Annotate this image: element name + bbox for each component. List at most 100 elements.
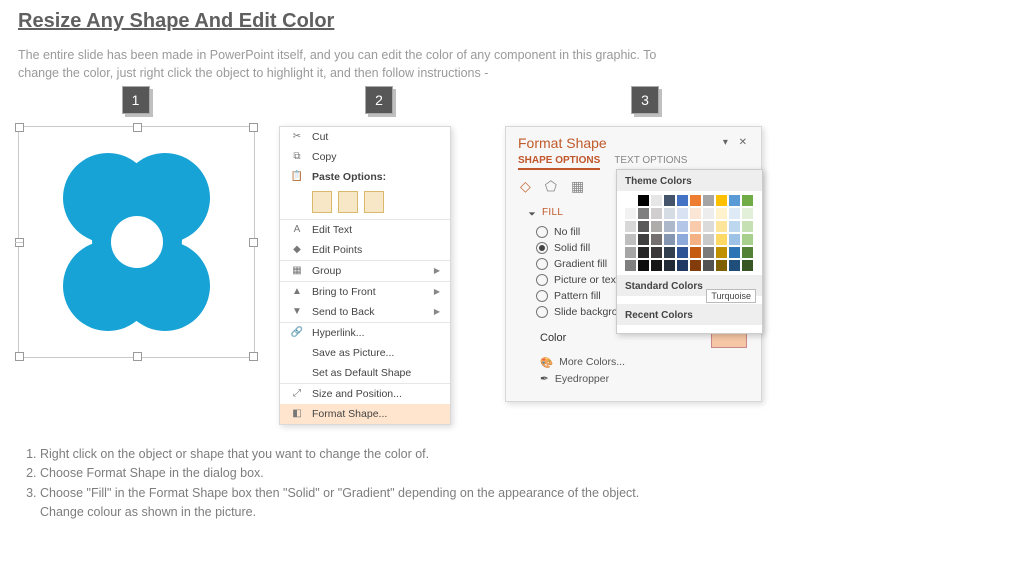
page-title: Resize Any Shape And Edit Color — [18, 10, 1006, 33]
step-badge-1: 1 — [122, 86, 150, 114]
theme-color-grid[interactable] — [617, 191, 762, 275]
color-swatch[interactable] — [729, 247, 740, 258]
color-swatch[interactable] — [716, 260, 727, 271]
color-swatch[interactable] — [703, 234, 714, 245]
color-swatch[interactable] — [625, 234, 636, 245]
color-swatch[interactable] — [664, 260, 675, 271]
tab-text-options[interactable]: TEXT OPTIONS — [614, 155, 687, 170]
color-swatch[interactable] — [638, 195, 649, 206]
color-swatch[interactable] — [638, 221, 649, 232]
pane-close-icon[interactable]: ▾ ✕ — [723, 137, 751, 148]
color-swatch[interactable] — [651, 260, 662, 271]
recent-color-row[interactable] — [617, 325, 762, 333]
color-swatch[interactable] — [664, 195, 675, 206]
color-swatch[interactable] — [716, 221, 727, 232]
menu-edit-text[interactable]: AEdit Text — [280, 219, 450, 240]
color-swatch[interactable] — [742, 247, 753, 258]
color-swatch[interactable] — [690, 247, 701, 258]
color-swatch[interactable] — [651, 234, 662, 245]
color-swatch[interactable] — [625, 208, 636, 219]
color-swatch[interactable] — [677, 234, 688, 245]
color-swatch[interactable] — [690, 260, 701, 271]
color-swatch[interactable] — [690, 195, 701, 206]
color-swatch[interactable] — [742, 260, 753, 271]
color-swatch[interactable] — [716, 234, 727, 245]
menu-edit-points[interactable]: ◆Edit Points — [280, 240, 450, 260]
color-swatch[interactable] — [664, 208, 675, 219]
color-swatch[interactable] — [664, 247, 675, 258]
color-swatch[interactable] — [742, 208, 753, 219]
color-swatch[interactable] — [651, 208, 662, 219]
menu-set-default[interactable]: Set as Default Shape — [280, 363, 450, 383]
color-swatch[interactable] — [625, 221, 636, 232]
color-swatch[interactable] — [716, 247, 727, 258]
format-shape-pane: Format Shape ▾ ✕ SHAPE OPTIONS TEXT OPTI… — [505, 126, 762, 402]
color-swatch[interactable] — [729, 195, 740, 206]
step-2: Choose Format Shape in the dialog box. — [40, 464, 1006, 483]
color-swatch[interactable] — [677, 247, 688, 258]
color-swatch[interactable] — [625, 195, 636, 206]
color-swatch[interactable] — [677, 208, 688, 219]
fill-line-icon[interactable]: ◇ — [520, 178, 531, 195]
menu-bring-front[interactable]: ▲Bring to Front▶ — [280, 281, 450, 302]
color-swatch[interactable] — [729, 260, 740, 271]
color-swatch[interactable] — [638, 247, 649, 258]
selected-shape[interactable] — [18, 126, 255, 358]
color-swatch[interactable] — [651, 247, 662, 258]
color-swatch[interactable] — [677, 221, 688, 232]
color-swatch[interactable] — [742, 234, 753, 245]
color-swatch[interactable] — [729, 221, 740, 232]
menu-copy[interactable]: ⧉Copy — [280, 147, 450, 167]
effects-icon[interactable]: ⬠ — [545, 178, 557, 195]
color-swatch[interactable] — [703, 195, 714, 206]
menu-size-position[interactable]: ⤢Size and Position... — [280, 383, 450, 404]
color-swatch[interactable] — [716, 208, 727, 219]
color-swatch[interactable] — [638, 208, 649, 219]
color-swatch[interactable] — [625, 260, 636, 271]
color-swatch[interactable] — [677, 195, 688, 206]
step-badge-3: 3 — [631, 86, 659, 114]
color-swatch[interactable] — [638, 234, 649, 245]
color-swatch[interactable] — [729, 208, 740, 219]
color-swatch[interactable] — [690, 221, 701, 232]
paste-options[interactable] — [280, 187, 450, 219]
menu-group[interactable]: ▦Group▶ — [280, 260, 450, 281]
color-swatch[interactable] — [677, 260, 688, 271]
color-swatch[interactable] — [651, 195, 662, 206]
color-tooltip: Turquoise — [706, 289, 756, 303]
send-back-icon: ▼ — [290, 305, 304, 319]
color-swatch[interactable] — [625, 247, 636, 258]
menu-save-picture[interactable]: Save as Picture... — [280, 343, 450, 363]
size-props-icon[interactable]: ▦ — [571, 178, 584, 195]
tab-shape-options[interactable]: SHAPE OPTIONS — [518, 155, 600, 170]
panel-format-shape: 3 Format Shape ▾ ✕ SHAPE OPTIONS TEXT OP… — [505, 86, 785, 402]
color-swatch[interactable] — [703, 208, 714, 219]
cut-icon: ✂ — [290, 130, 304, 144]
color-swatch[interactable] — [664, 221, 675, 232]
menu-cut[interactable]: ✂Cut — [280, 127, 450, 147]
eyedropper-icon: ✒ — [540, 373, 549, 385]
color-swatch[interactable] — [703, 247, 714, 258]
menu-hyperlink[interactable]: 🔗Hyperlink... — [280, 322, 450, 343]
color-swatch[interactable] — [703, 221, 714, 232]
eyedropper[interactable]: ✒Eyedropper — [540, 371, 747, 387]
color-swatch[interactable] — [690, 234, 701, 245]
more-colors[interactable]: 🎨More Colors... — [540, 354, 747, 371]
menu-send-back[interactable]: ▼Send to Back▶ — [280, 302, 450, 322]
color-swatch[interactable] — [690, 208, 701, 219]
color-swatch[interactable] — [742, 195, 753, 206]
color-label: Color — [540, 332, 566, 344]
instruction-steps: Right click on the object or shape that … — [18, 445, 1006, 523]
color-swatch[interactable] — [638, 260, 649, 271]
color-swatch[interactable] — [742, 221, 753, 232]
color-swatch[interactable] — [716, 195, 727, 206]
format-shape-title: Format Shape — [518, 135, 607, 151]
color-swatch[interactable] — [651, 221, 662, 232]
menu-paste-header: 📋Paste Options: — [280, 167, 450, 187]
color-swatch[interactable] — [664, 234, 675, 245]
panel-context-menu: 2 ✂Cut ⧉Copy 📋Paste Options: AEdit Text … — [279, 86, 479, 425]
color-swatch[interactable] — [729, 234, 740, 245]
menu-format-shape[interactable]: ◧Format Shape... — [280, 404, 450, 424]
size-icon: ⤢ — [290, 387, 304, 401]
color-swatch[interactable] — [703, 260, 714, 271]
